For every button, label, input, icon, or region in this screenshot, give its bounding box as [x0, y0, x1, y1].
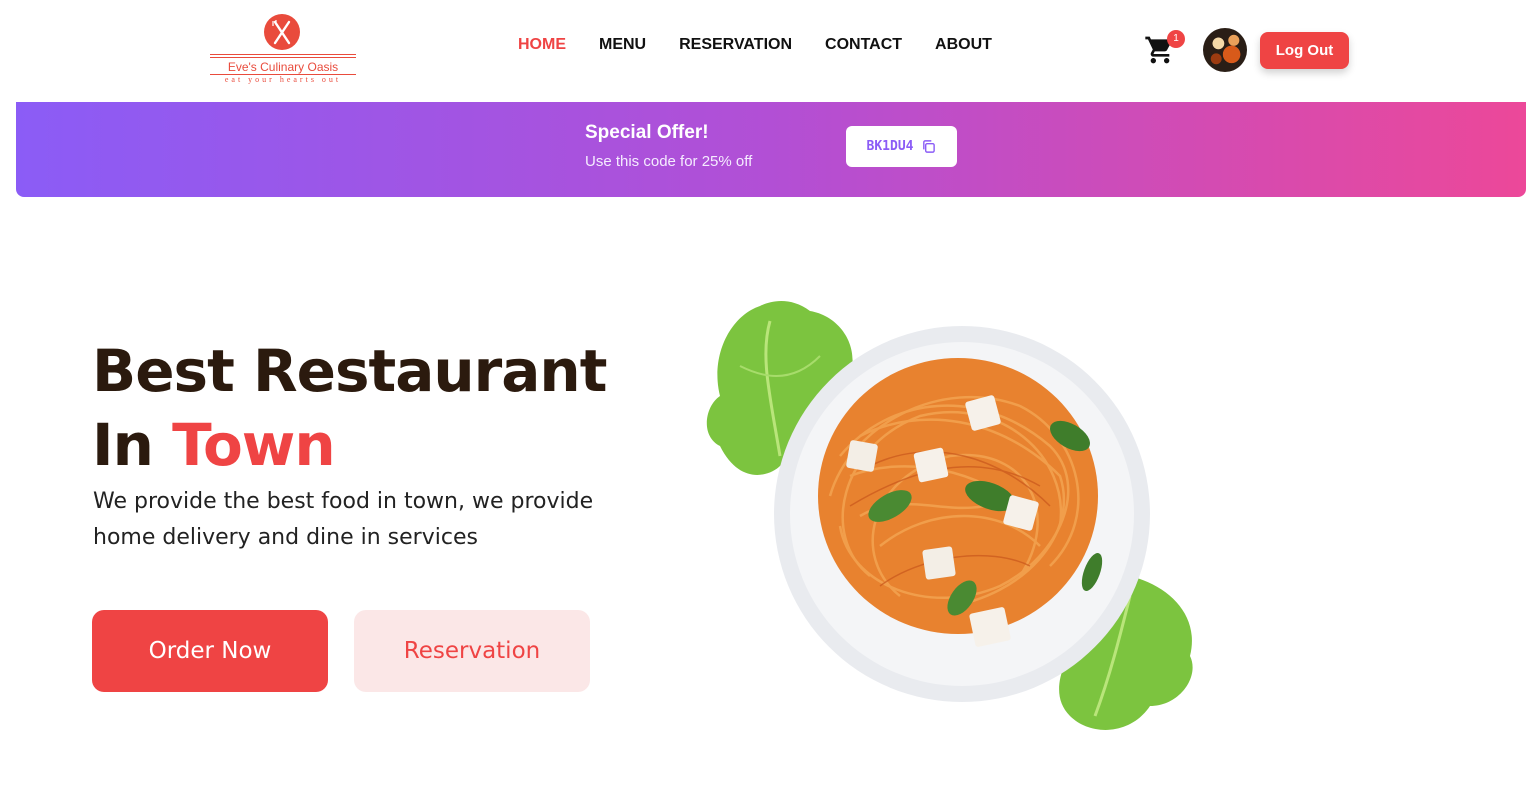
promo-code: BK1DU4 — [866, 139, 914, 154]
cart-count-badge: 1 — [1167, 30, 1185, 48]
user-avatar[interactable] — [1203, 28, 1247, 72]
spaghetti-plate-illustration — [700, 296, 1200, 736]
nav-home[interactable]: HOME — [518, 36, 566, 56]
hero-description: We provide the best food in town, we pro… — [93, 489, 594, 550]
hero-title: Best Restaurant In Town — [92, 334, 607, 482]
copy-icon — [923, 140, 936, 153]
main-nav: HOME MENU RESERVATION CONTACT ABOUT — [518, 36, 992, 56]
site-header: Eve's Culinary Oasis eat your hearts out… — [0, 0, 1536, 102]
promo-banner: Special Offer! Use this code for 25% off… — [16, 102, 1526, 197]
order-now-button[interactable]: Order Now — [92, 610, 328, 692]
reservation-button[interactable]: Reservation — [354, 610, 590, 692]
hero-title-line1: Best Restaurant — [92, 337, 607, 405]
brand-tagline: eat your hearts out — [224, 75, 342, 84]
promo-subtitle: Use this code for 25% off — [585, 153, 753, 170]
nav-about[interactable]: ABOUT — [935, 36, 992, 56]
brand-name: Eve's Culinary Oasis — [227, 60, 339, 74]
logo-divider — [210, 57, 356, 58]
hero-title-accent: Town — [172, 411, 336, 479]
nav-contact[interactable]: CONTACT — [825, 36, 902, 56]
hero-title-prefix: In — [92, 411, 173, 479]
fork-knife-icon — [264, 14, 300, 50]
logo-divider — [210, 54, 356, 55]
nav-reservation[interactable]: RESERVATION — [679, 36, 792, 56]
promo-title: Special Offer! — [585, 122, 709, 143]
brand-logo[interactable]: Eve's Culinary Oasis eat your hearts out — [208, 14, 358, 88]
promo-code-button[interactable]: BK1DU4 — [846, 126, 957, 167]
logout-button[interactable]: Log Out — [1260, 32, 1349, 69]
nav-menu[interactable]: MENU — [599, 36, 646, 56]
